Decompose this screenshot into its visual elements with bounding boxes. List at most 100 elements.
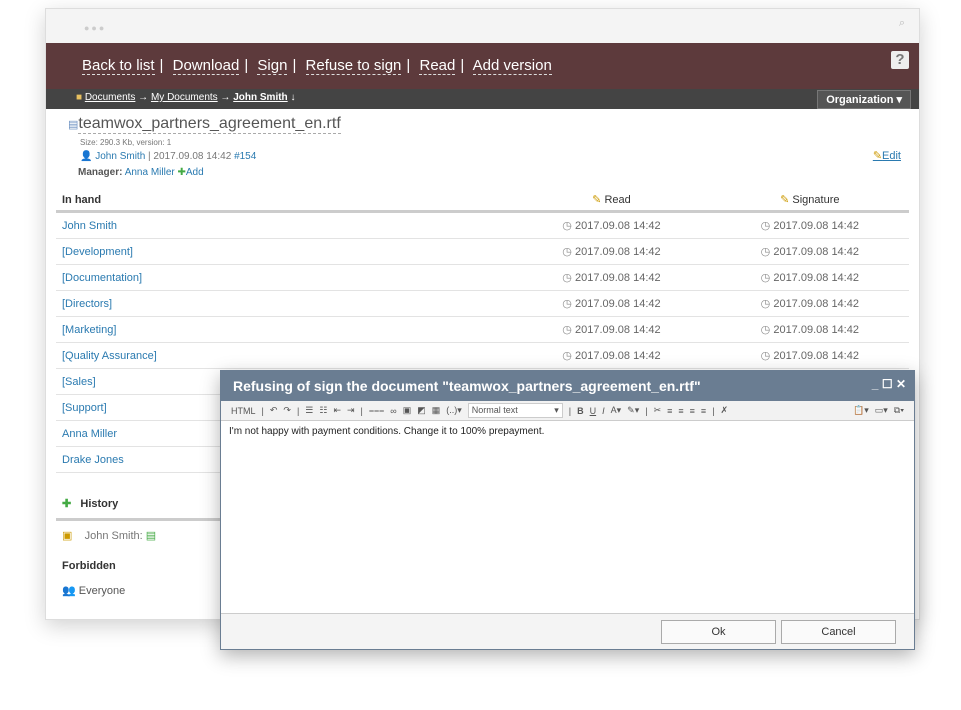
outdent-icon[interactable]: ⇤ xyxy=(333,405,341,416)
pencil-icon: ✎ xyxy=(872,150,883,162)
organization-menu[interactable]: Organization ▾ xyxy=(817,90,911,109)
author-link[interactable]: John Smith xyxy=(95,151,145,162)
editor-toolbar: HTML | ↶ ↷ | ☰ ☷ ⇤ ⇥ | ⩶ ∞ ▣ ◩ ▦ (..)▾ Normal text ▾… xyxy=(221,401,914,421)
breadcrumb-john-smith[interactable]: John Smith xyxy=(233,92,287,103)
highlight-icon[interactable]: ✎▾ xyxy=(627,405,639,416)
clock-icon: ◷ xyxy=(760,324,771,336)
clock-icon: ◷ xyxy=(760,350,771,362)
numbered-list-icon[interactable]: ☷ xyxy=(319,405,327,416)
save-icon[interactable]: ▭▾ xyxy=(875,405,888,416)
document-name[interactable]: teamwox_partners_agreement_en.rtf xyxy=(78,115,341,134)
align-left-icon[interactable]: ≡ xyxy=(667,406,672,416)
clock-icon: ◷ xyxy=(760,246,771,258)
users-icon: 👥 xyxy=(62,585,76,597)
refuse-dialog: Refusing of sign the document "teamwox_p… xyxy=(220,370,915,650)
recipient-link[interactable]: [Documentation] xyxy=(56,272,512,284)
user-icon: 👤 xyxy=(80,151,93,162)
read-time: ◷ 2017.09.08 14:42 xyxy=(562,272,661,284)
paste-icon[interactable]: 📋▾ xyxy=(853,405,869,416)
format-select[interactable]: Normal text ▾ xyxy=(467,403,563,418)
dialog-title-bar: Refusing of sign the document "teamwox_p… xyxy=(221,371,914,401)
recipient-link[interactable]: [Development] xyxy=(56,246,512,258)
header-in-hand: In hand xyxy=(62,193,102,206)
media-icon[interactable]: ◩ xyxy=(417,405,426,416)
document-id[interactable]: #154 xyxy=(234,151,256,162)
minimize-icon[interactable]: _ xyxy=(872,377,879,391)
remove-format-icon[interactable]: ✗ xyxy=(721,405,729,416)
refuse-to-sign-link[interactable]: Refuse to sign xyxy=(305,57,402,75)
indent-icon[interactable]: ⇥ xyxy=(347,405,355,416)
copy-icon[interactable]: ⧉▾ xyxy=(894,405,904,416)
read-time: ◷ 2017.09.08 14:42 xyxy=(562,298,661,310)
sign-time: ◷ 2017.09.08 14:42 xyxy=(760,324,859,336)
recipient-link[interactable]: [Quality Assurance] xyxy=(56,350,512,362)
search-icon[interactable]: ⌕ xyxy=(899,17,905,30)
document-info: ▤teamwox_partners_agreement_en.rtf Size:… xyxy=(46,109,919,189)
table-icon[interactable]: ▦ xyxy=(432,405,441,416)
download-link[interactable]: Download xyxy=(172,57,240,75)
dialog-footer: Ok Cancel xyxy=(221,613,914,649)
close-icon[interactable]: ✕ xyxy=(896,377,906,391)
add-version-link[interactable]: Add version xyxy=(472,57,552,75)
read-link[interactable]: Read xyxy=(419,57,456,75)
breadcrumb-my-documents[interactable]: My Documents xyxy=(151,92,218,103)
sign-link[interactable]: Sign xyxy=(257,57,288,75)
manager-link[interactable]: Anna Miller xyxy=(125,167,175,178)
window-controls[interactable]: ●●● xyxy=(84,23,106,33)
italic-icon[interactable]: I xyxy=(602,406,605,416)
cancel-button[interactable]: Cancel xyxy=(781,620,896,644)
clock-icon: ◷ xyxy=(562,350,572,362)
text-color-icon[interactable]: A▾ xyxy=(611,405,622,416)
code-icon[interactable]: (..)▾ xyxy=(446,405,462,416)
hr-icon[interactable]: ⩶ xyxy=(369,405,384,416)
maximize-icon[interactable]: ☐ xyxy=(882,377,893,391)
header-read: ✎ Read xyxy=(592,194,631,206)
expand-icon[interactable]: ✚ xyxy=(62,498,71,510)
plus-icon: ✚ xyxy=(177,167,186,178)
underline-icon[interactable]: U xyxy=(590,406,597,416)
edit-button[interactable]: ✎Edit xyxy=(873,149,901,162)
breadcrumb-documents[interactable]: Documents xyxy=(85,92,136,103)
sign-time: ◷ 2017.09.08 14:42 xyxy=(760,298,859,310)
clear-format-icon[interactable]: ✂ xyxy=(654,405,662,416)
html-mode-button[interactable]: HTML xyxy=(231,406,256,416)
help-button[interactable]: ? xyxy=(891,51,909,69)
bullet-list-icon[interactable]: ☰ xyxy=(305,405,313,416)
read-time: ◷ 2017.09.08 14:42 xyxy=(562,220,661,232)
message-editor[interactable]: I'm not happy with payment conditions. C… xyxy=(221,421,914,606)
sign-time: ◷ 2017.09.08 14:42 xyxy=(760,350,859,362)
file-add-icon[interactable]: ▤ xyxy=(146,530,156,542)
back-to-list-link[interactable]: Back to list xyxy=(82,57,155,75)
table-header: In hand ✎ Read ✎ Signature xyxy=(56,189,909,213)
clock-icon: ◷ xyxy=(562,298,572,310)
image-icon[interactable]: ▣ xyxy=(403,405,412,416)
history-section[interactable]: ✚ History xyxy=(56,489,226,521)
read-time: ◷ 2017.09.08 14:42 xyxy=(562,350,661,362)
sign-time: ◷ 2017.09.08 14:42 xyxy=(760,246,859,258)
forbidden-section: Forbidden xyxy=(62,560,116,572)
clock-icon: ◷ xyxy=(760,298,771,310)
redo-icon[interactable]: ↷ xyxy=(283,405,291,416)
file-icon: ▤ xyxy=(68,119,79,131)
link-icon[interactable]: ∞ xyxy=(390,406,396,416)
sign-time: ◷ 2017.09.08 14:42 xyxy=(760,220,859,232)
table-row: [Development] ◷ 2017.09.08 14:42 ◷ 2017.… xyxy=(56,239,909,265)
action-toolbar: Back to list | Download | Sign | Refuse to … xyxy=(46,43,919,89)
recipient-link[interactable]: [Directors] xyxy=(56,298,512,310)
add-manager-button[interactable]: ✚Add xyxy=(178,167,204,178)
recipient-link[interactable]: [Marketing] xyxy=(56,324,512,336)
clock-icon: ◷ xyxy=(562,220,572,232)
bold-icon[interactable]: B xyxy=(577,406,584,416)
ok-button[interactable]: Ok xyxy=(661,620,776,644)
table-row: John Smith ◷ 2017.09.08 14:42 ◷ 2017.09.… xyxy=(56,213,909,239)
folder-icon: ■ xyxy=(76,92,83,103)
undo-icon[interactable]: ↶ xyxy=(270,405,278,416)
clock-icon: ◷ xyxy=(562,272,572,284)
table-row: [Quality Assurance] ◷ 2017.09.08 14:42 ◷… xyxy=(56,343,909,369)
align-center-icon[interactable]: ≡ xyxy=(678,406,683,416)
justify-icon[interactable]: ≡ xyxy=(701,406,706,416)
recipient-link[interactable]: John Smith xyxy=(56,220,512,232)
table-row: [Directors] ◷ 2017.09.08 14:42 ◷ 2017.09… xyxy=(56,291,909,317)
align-right-icon[interactable]: ≡ xyxy=(690,406,695,416)
clock-icon: ◷ xyxy=(760,272,771,284)
